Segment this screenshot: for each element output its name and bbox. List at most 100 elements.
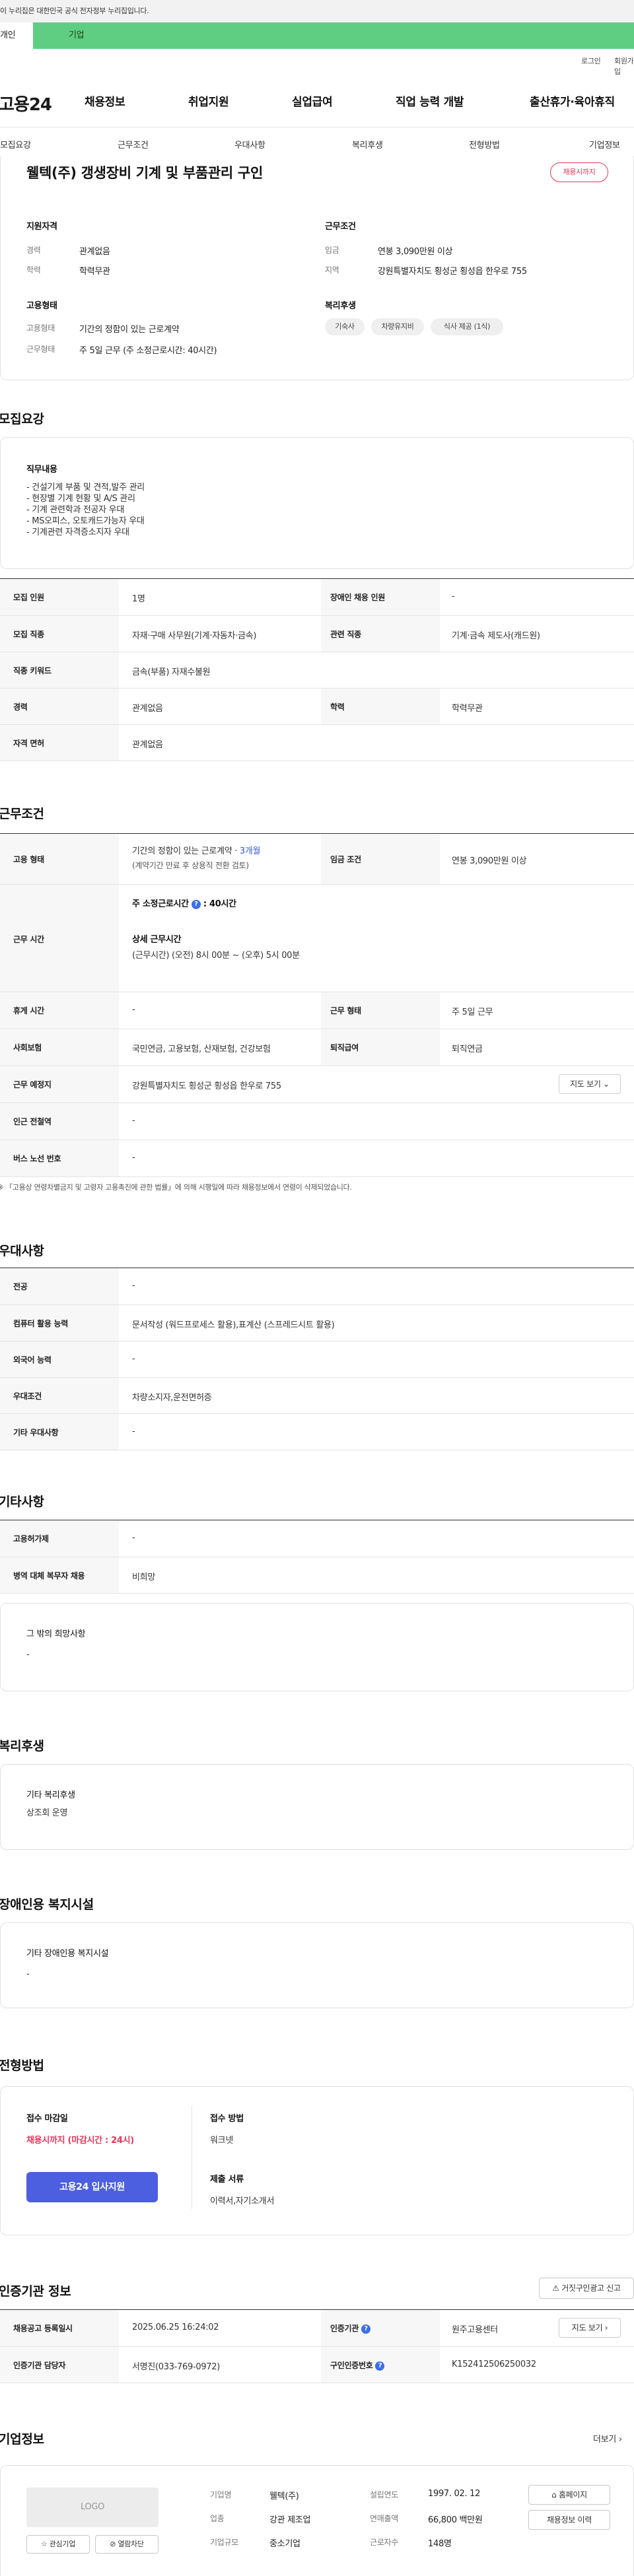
site-logo[interactable]: 고용24	[0, 91, 52, 116]
user-type-tabs: 개인 기업	[0, 22, 634, 49]
wage-label: 임금	[325, 246, 339, 255]
section-nav-conditions[interactable]: 근무조건	[118, 138, 149, 151]
hiring-history-button[interactable]: 채용정보 이력	[528, 2510, 610, 2530]
disabled-value: -	[452, 592, 455, 601]
etc-heading: 기타사항	[0, 1495, 44, 1509]
agency-detail-button[interactable]: 지도 보기 ›	[559, 2318, 621, 2338]
signup-link[interactable]: 회원가입	[614, 55, 634, 77]
welfare-box-title: 기타 복리후생	[26, 1790, 75, 1800]
industry-value: 강관 제조업	[269, 2515, 311, 2525]
other-wish-value: -	[26, 1650, 30, 1660]
tab-corporate[interactable]: 기업	[69, 22, 85, 49]
gnb-item-training[interactable]: 직업 능력 개발	[396, 92, 464, 109]
license-value: 관계없음	[132, 740, 163, 750]
gnb-item-jobs[interactable]: 채용정보	[85, 92, 125, 109]
age-footnote: ※ 「고용상 연령차별금지 및 고령자 고용촉진에 관한 법률」에 의해 시행일…	[0, 1183, 352, 1192]
wage-cond-value: 연봉 3,090만원 이상	[452, 856, 527, 866]
permit-label: 고용허가제	[13, 1534, 49, 1543]
manager-value: 서명진(033-769-0972)	[132, 2362, 221, 2372]
section-nav-company[interactable]: 기업정보	[589, 138, 620, 151]
gnb-item-support[interactable]: 취업지원	[188, 92, 229, 109]
interest-company-button[interactable]: ☆ 관심기업	[26, 2535, 90, 2554]
founded-value: 1997. 02. 12	[428, 2489, 481, 2499]
occupation-label: 모집 직종	[13, 630, 44, 639]
major-value: -	[132, 1281, 135, 1291]
company-logo-placeholder: LOGO	[26, 2488, 158, 2527]
map-button[interactable]: 지도 보기 ⌄	[559, 1074, 621, 1094]
gov-notice-text: 이 누리집은 대한민국 공식 전자정부 누리집입니다.	[0, 7, 149, 15]
gnb-item-benefits[interactable]: 실업급여	[292, 92, 333, 109]
section-nav-welfare[interactable]: 복리후생	[352, 138, 383, 151]
agency-value: 원주고용센터	[452, 2325, 498, 2335]
work-form-value: 주 5일 근무 (주 소정근로시간: 40시간)	[79, 346, 217, 356]
hours-detail-title: 상세 근무시간	[132, 935, 182, 945]
keyword-value: 금속(부품) 자재수불원	[132, 667, 211, 677]
help-icon[interactable]: ?	[191, 900, 201, 909]
agency-label: 인증기관?	[330, 2322, 373, 2334]
hours-detail: (근무시간) (오전) 8시 00분 ~ (오후) 5시 00분	[132, 951, 300, 961]
related-label: 관련 직종	[330, 630, 361, 639]
sales-label: 연매출액	[370, 2514, 398, 2523]
welfare-section-heading: 복리후생	[0, 1739, 44, 1753]
section-nav-selection[interactable]: 전형방법	[469, 138, 500, 151]
region-label: 지역	[325, 265, 339, 275]
manager-label: 인증기관 담당자	[13, 2361, 66, 2370]
section-nav-recruit[interactable]: 모집요강	[0, 138, 31, 151]
company-more-link[interactable]: 더보기 ›	[593, 2432, 622, 2445]
siren-icon: ⚠	[552, 2284, 559, 2293]
disabled-facility-box	[0, 1922, 634, 2008]
computer-value: 문서작성 (워드프로세스 활용),표계산 (스프레드시트 활용)	[132, 1320, 335, 1330]
section-nav: 모집요강 근무조건 우대사항 복리후생 전형방법 기업정보	[0, 127, 634, 160]
welfare-chip: 식사 제공 (1식)	[431, 318, 503, 335]
preference-heading: 우대사항	[0, 1244, 44, 1258]
headcount-label: 모집 인원	[13, 593, 44, 602]
hours-label: 근무 시간	[13, 935, 44, 944]
severance-value: 퇴직연금	[452, 1044, 483, 1054]
recruit-heading: 모집요강	[0, 412, 44, 426]
chevron-right-icon: ›	[604, 2323, 608, 2332]
other-wish-title: 그 밖의 희망사항	[26, 1629, 86, 1639]
reg-date-value: 2025.06.25 16:24:02	[132, 2322, 219, 2332]
career-row-label: 경력	[13, 702, 28, 712]
permit-value: -	[132, 1533, 135, 1543]
help-icon[interactable]: ?	[361, 2324, 370, 2334]
gnb-item-parental[interactable]: 출산휴가·육아휴직	[530, 92, 615, 109]
work-form-label: 근무형태	[26, 345, 55, 354]
duty-line: - 건설기계 부품 및 견적,발주 관리	[26, 483, 145, 492]
block-icon: ⊘	[110, 2540, 116, 2548]
method-value: 워크넷	[210, 2136, 233, 2146]
location-label: 근무 예정지	[13, 1080, 52, 1089]
help-icon[interactable]: ?	[375, 2361, 385, 2371]
insurance-value: 국민연금, 고용보험, 산재보험, 건강보험	[132, 1044, 271, 1054]
occupation-value: 자재·구매 사무원(기계·자동차·금속)	[132, 631, 257, 641]
weekly-hours: 주 소정근로시간?: 40시간	[132, 899, 236, 909]
conditions-heading: 근무조건	[0, 807, 44, 821]
login-link[interactable]: 로그인	[581, 55, 601, 66]
condition-heading: 근무조건	[325, 222, 356, 232]
language-label: 외국어 능력	[13, 1355, 52, 1365]
cert-value: K152412506250032	[452, 2359, 536, 2369]
deadline-title: 접수 마감일	[26, 2114, 68, 2124]
career-value: 관계없음	[79, 247, 110, 257]
company-name-value: 웰텍(주)	[269, 2491, 299, 2501]
company-name-label: 기업명	[210, 2490, 232, 2499]
duty-line: - 현장별 기계 현황 및 A/S 관리	[26, 494, 135, 504]
emp-type-value: 기간의 정함이 있는 근로계약	[79, 325, 180, 335]
homepage-button[interactable]: ⌂ 홈페이지	[528, 2485, 610, 2505]
bus-value: -	[132, 1153, 135, 1163]
block-view-button[interactable]: ⊘ 열람차단	[95, 2535, 158, 2554]
employees-label: 근로자수	[370, 2538, 398, 2547]
section-nav-preference[interactable]: 우대사항	[234, 138, 265, 151]
selection-box	[0, 2086, 634, 2235]
deadline-value: 채용시까지 (마감시간 : 24시)	[26, 2136, 134, 2146]
qualification-heading: 지원자격	[26, 222, 57, 232]
welfare-chip: 기숙사	[325, 318, 365, 335]
report-fake-ad-button[interactable]: ⚠ 거짓구인광고 신고	[539, 2278, 634, 2299]
region-value: 강원특별자치도 횡성군 횡성읍 한우로 755	[378, 267, 527, 277]
military-label: 병역 대체 복무자 채용	[13, 1571, 85, 1580]
company-heading: 기업정보	[0, 2432, 44, 2447]
tab-individual[interactable]: 개인	[0, 22, 33, 49]
etc-pref-label: 기타 우대사항	[13, 1428, 59, 1437]
chevron-right-icon: ›	[618, 2435, 622, 2445]
apply-button[interactable]: 고용24 입사지원	[26, 2172, 158, 2202]
